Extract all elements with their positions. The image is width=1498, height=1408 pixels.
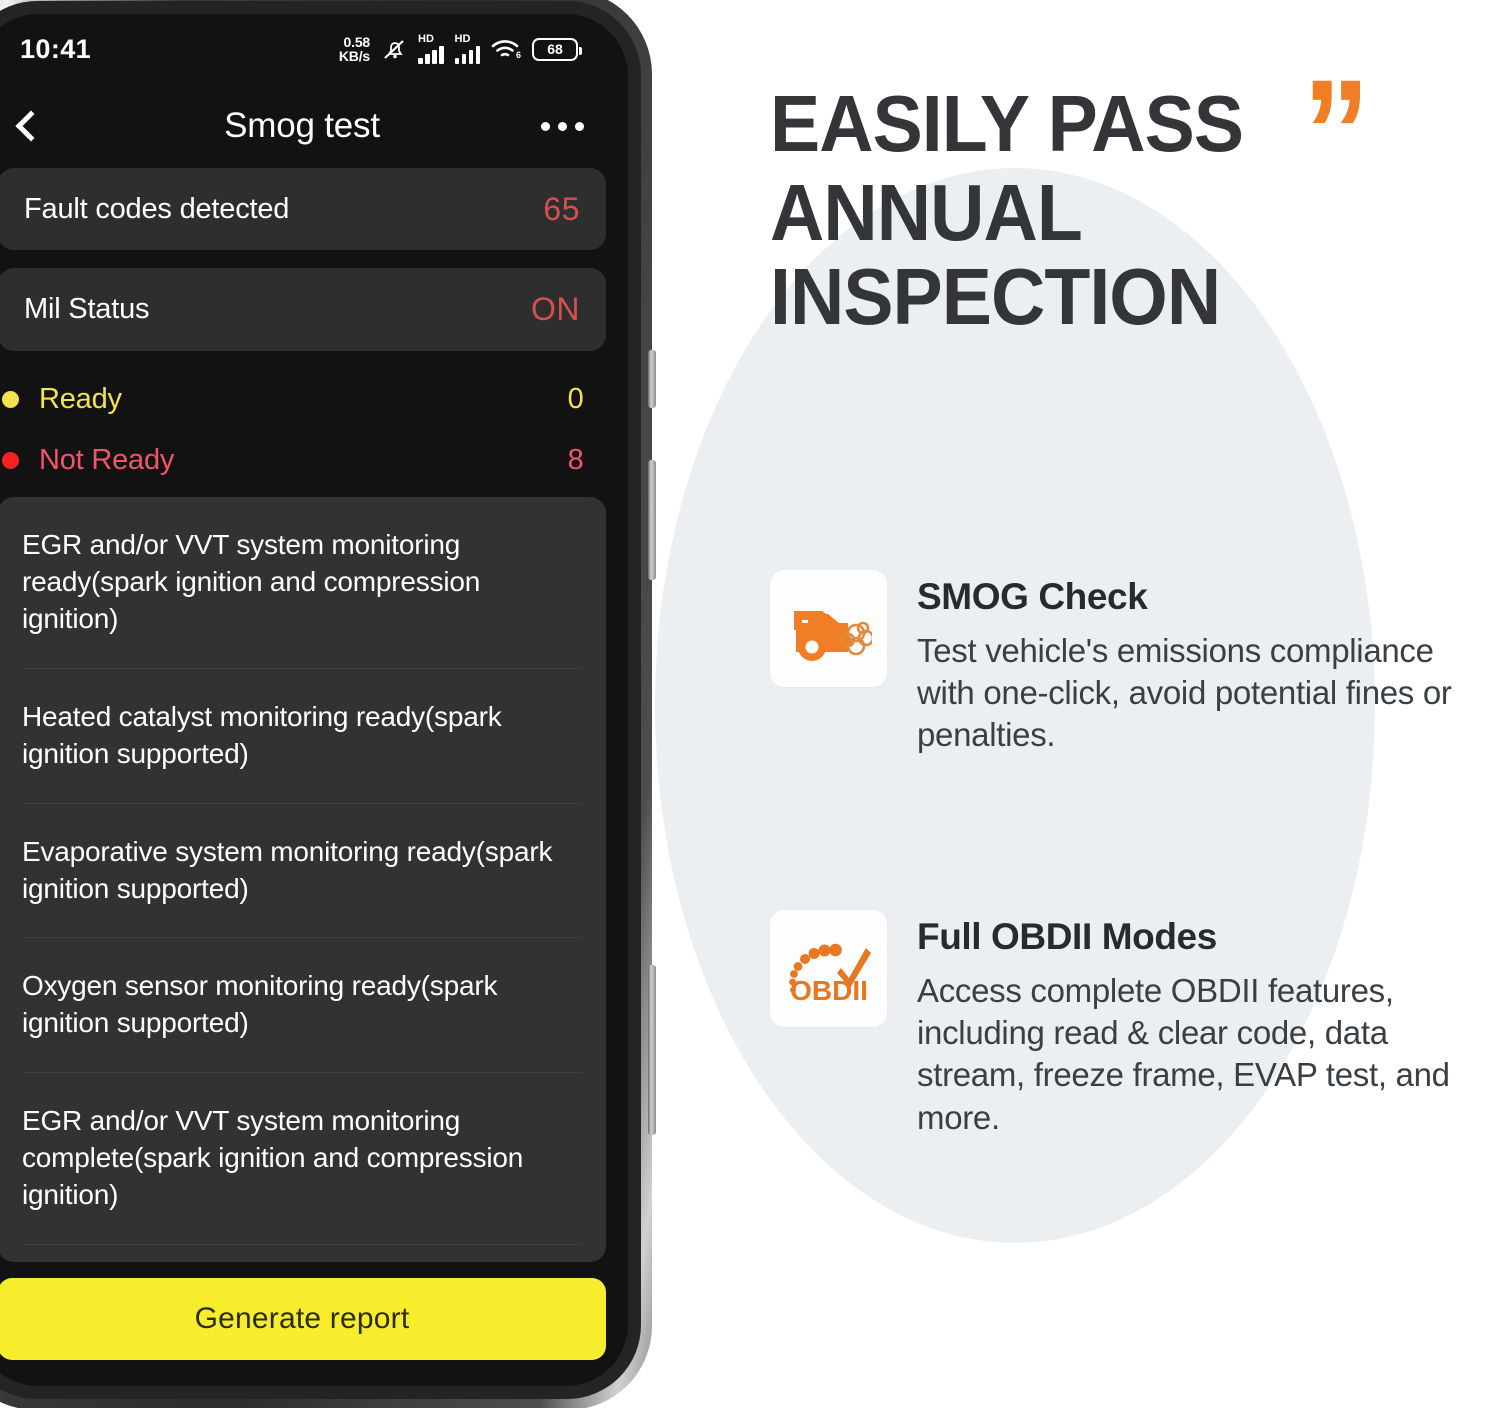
stat-value: ON [531, 291, 580, 328]
bell-muted-icon [381, 37, 407, 61]
network-speed-value: 0.58 [343, 34, 371, 50]
hd-tag-sim2: HD [454, 33, 471, 45]
phone-mute-button[interactable] [648, 350, 656, 408]
stat-card-mil-status[interactable]: Mil Status ON [0, 268, 606, 351]
signal-bars-1 [418, 46, 444, 64]
hd-tag-sim1: HD [418, 33, 434, 45]
battery-indicator: 68 [532, 37, 582, 61]
phone-frame: 10:41 0.58 KB/s HD HD 6 68 Smog test Fau… [0, 0, 656, 1408]
headline-line-1: EASILY PASS [770, 79, 1244, 168]
headline-line-2: ANNUAL [770, 167, 1083, 257]
status-row-label: Not Ready [39, 443, 175, 476]
wifi-icon: 6 [491, 37, 521, 61]
feature-full-obdii-modes: OBDII Full OBDII Modes Access complete O… [770, 910, 1498, 1139]
status-row-label: Ready [39, 382, 122, 415]
phone-mockup: 10:41 0.58 KB/s HD HD 6 68 Smog test Fau… [0, 0, 656, 1408]
battery-level-label: 68 [547, 41, 563, 57]
feature-obdii-body: Full OBDII Modes Access complete OBDII f… [917, 910, 1498, 1139]
status-clock: 10:41 [20, 33, 92, 64]
svg-text:OBDII: OBDII [790, 975, 868, 1006]
phone-volume-button[interactable] [648, 460, 656, 580]
network-speed-indicator: 0.58 KB/s [339, 35, 370, 63]
status-row-count: 8 [567, 443, 584, 476]
status-dot-ready [2, 390, 19, 408]
status-row-count: 0 [567, 382, 584, 415]
status-dot-not-ready [2, 451, 19, 469]
phone-screen: 10:41 0.58 KB/s HD HD 6 68 Smog test Fau… [0, 14, 628, 1386]
list-item[interactable]: Heated catalyst monitoring ready(spark i… [22, 669, 582, 804]
generate-report-button[interactable]: Generate report [0, 1278, 606, 1360]
stat-value: 65 [543, 190, 580, 227]
phone-power-button[interactable] [648, 965, 656, 1135]
wifi-generation-label: 6 [516, 50, 521, 60]
stat-card-fault-codes[interactable]: Fault codes detected 65 [0, 168, 606, 251]
signal-bars-sim2: HD [454, 33, 480, 64]
status-row-ready[interactable]: Ready 0 [0, 369, 606, 430]
page-title: Smog test [224, 106, 380, 145]
status-row-not-ready[interactable]: Not Ready 8 [0, 430, 606, 491]
obdii-badge-icon: OBDII [770, 910, 887, 1027]
feature-smog-description: Test vehicle's emissions compliance with… [917, 632, 1452, 754]
list-item[interactable]: Evaporative system monitoring ready(spar… [22, 804, 582, 939]
feature-obdii-description: Access complete OBDII features, includin… [917, 972, 1450, 1136]
signal-bars-2 [454, 46, 480, 64]
signal-bars-sim1: HD [418, 34, 444, 64]
promo-banner: EASILY PASS ” ANNUAL INSPECTION SMOG Che… [0, 0, 1498, 1408]
app-header: Smog test [0, 84, 628, 168]
phone-bezel: 10:41 0.58 KB/s HD HD 6 68 Smog test Fau… [0, 1, 641, 1399]
feature-smog-check: SMOG Check Test vehicle's emissions comp… [770, 570, 1498, 757]
list-item[interactable]: Oxygen sensor monitoring ready(spark ign… [22, 938, 582, 1074]
more-options-icon[interactable] [541, 121, 584, 131]
headline-row-1: EASILY PASS ” [770, 57, 1498, 206]
quote-mark-icon: ” [1302, 48, 1370, 216]
promo-content: EASILY PASS ” ANNUAL INSPECTION [770, 57, 1498, 341]
list-item[interactable]: Heated catalyst monitoring complete(spar… [22, 1245, 582, 1262]
stat-label: Fault codes detected [24, 192, 290, 225]
smog-car-icon [770, 570, 887, 687]
network-speed-unit: KB/s [338, 48, 370, 64]
feature-smog-title: SMOG Check [917, 576, 1148, 617]
feature-obdii-title: Full OBDII Modes [917, 916, 1217, 957]
list-item[interactable]: EGR and/or VVT system monitoring complet… [22, 1073, 582, 1246]
feature-smog-body: SMOG Check Test vehicle's emissions comp… [917, 570, 1498, 757]
status-icons: 0.58 KB/s HD HD 6 68 [339, 33, 582, 64]
headline-line-3: INSPECTION [770, 251, 1221, 341]
status-bar: 10:41 0.58 KB/s HD HD 6 68 [0, 14, 628, 84]
monitor-list[interactable]: EGR and/or VVT system monitoring ready(s… [0, 496, 606, 1262]
stat-label: Mil Status [24, 293, 150, 326]
app-footer: Generate report [0, 1262, 628, 1386]
app-content: Fault codes detected 65 Mil Status ON Re… [0, 168, 628, 1262]
list-item[interactable]: EGR and/or VVT system monitoring ready(s… [22, 497, 582, 669]
